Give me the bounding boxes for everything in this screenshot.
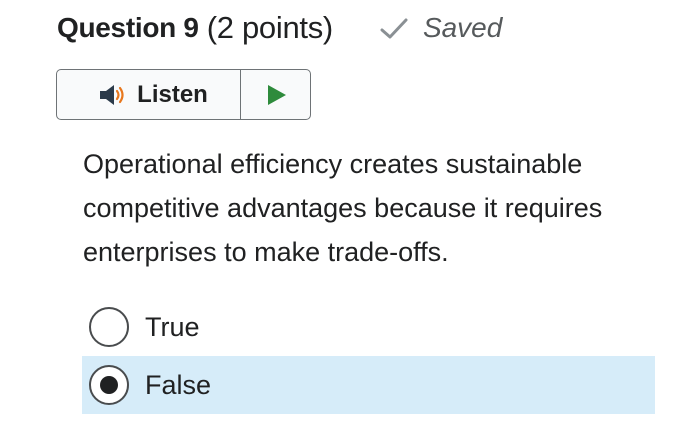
question-points: (2 points) — [206, 10, 334, 45]
radio-selected-dot — [100, 376, 118, 394]
answer-options: True False — [82, 298, 655, 414]
option-label-true: True — [145, 311, 200, 342]
question-title: Question 9 — [57, 12, 199, 43]
saved-status: Saved — [379, 12, 502, 44]
radio-false[interactable] — [89, 365, 129, 405]
option-label-false: False — [145, 369, 212, 400]
speaker-icon — [100, 84, 124, 105]
radio-true[interactable] — [89, 307, 129, 347]
play-button[interactable] — [241, 70, 310, 119]
question-header: Question 9 (2 points) Saved — [57, 6, 502, 50]
question-text: Operational efficiency creates sustainab… — [83, 149, 603, 267]
check-icon — [380, 18, 408, 39]
listen-label: Listen — [137, 80, 208, 108]
listen-toolbar: Listen — [56, 69, 311, 120]
saved-label: Saved — [422, 12, 503, 43]
question-page: Question 9 (2 points) Saved Listen Opera… — [0, 0, 700, 432]
play-icon — [267, 84, 286, 105]
listen-button[interactable]: Listen — [57, 70, 241, 119]
option-false[interactable]: False — [82, 356, 655, 414]
option-true[interactable]: True — [82, 298, 655, 356]
